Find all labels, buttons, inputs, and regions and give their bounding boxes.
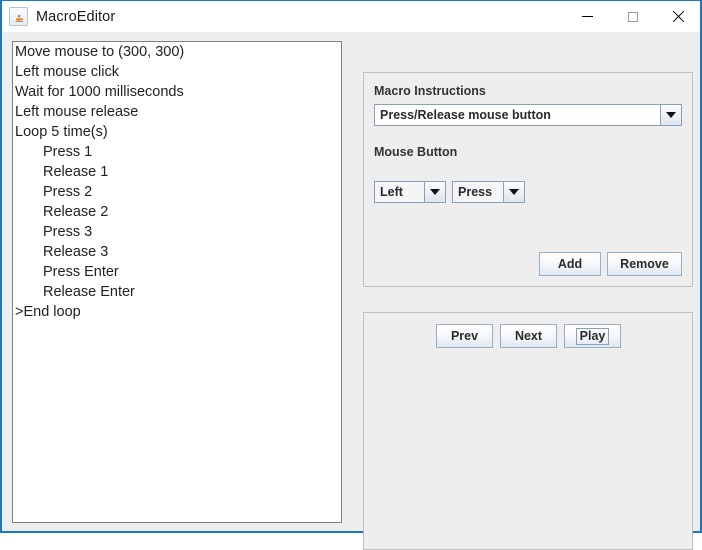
list-item[interactable]: Press 2 [13, 182, 341, 202]
java-coffee-cup-icon [9, 7, 28, 26]
instruction-type-combo[interactable]: Press/Release mouse button [374, 104, 682, 126]
maximize-icon [627, 11, 638, 22]
list-item[interactable]: Release Enter [13, 282, 341, 302]
instruction-editor-panel: Macro Instructions Press/Release mouse b… [363, 72, 693, 287]
maximize-button[interactable] [610, 1, 655, 32]
title-bar: MacroEditor [2, 1, 700, 32]
chevron-down-icon[interactable] [660, 105, 681, 125]
remove-button[interactable]: Remove [607, 252, 682, 276]
close-button[interactable] [655, 1, 700, 32]
application-window: MacroEditor Move mouse to (300, 300) Lef… [0, 0, 702, 550]
list-item[interactable]: Left mouse click [13, 62, 341, 82]
mouse-action-combo[interactable]: Press [452, 181, 525, 203]
minimize-button[interactable] [565, 1, 610, 32]
mouse-action-value: Press [453, 182, 503, 202]
mouse-button-label: Mouse Button [374, 145, 458, 159]
add-button[interactable]: Add [539, 252, 601, 276]
play-button-label: Play [575, 327, 610, 345]
list-item[interactable]: Press 1 [13, 142, 341, 162]
list-item[interactable]: Move mouse to (300, 300) [13, 42, 341, 62]
list-item[interactable]: Wait for 1000 milliseconds [13, 82, 341, 102]
mouse-button-value: Left [375, 182, 424, 202]
playback-panel: Prev Next Play [363, 312, 693, 550]
list-item[interactable]: Release 3 [13, 242, 341, 262]
chevron-down-icon[interactable] [424, 182, 445, 202]
chevron-down-icon[interactable] [503, 182, 524, 202]
minimize-icon [582, 16, 593, 17]
list-item[interactable]: Loop 5 time(s) [13, 122, 341, 142]
next-button[interactable]: Next [500, 324, 557, 348]
list-item[interactable]: Release 2 [13, 202, 341, 222]
macro-instruction-list[interactable]: Move mouse to (300, 300) Left mouse clic… [12, 41, 342, 523]
instruction-type-value: Press/Release mouse button [375, 105, 660, 125]
play-button[interactable]: Play [564, 324, 621, 348]
window-title: MacroEditor [36, 8, 116, 25]
list-item[interactable]: Release 1 [13, 162, 341, 182]
list-item[interactable]: Press Enter [13, 262, 341, 282]
macro-instructions-label: Macro Instructions [374, 84, 486, 98]
window-controls [565, 1, 700, 32]
list-item[interactable]: Left mouse release [13, 102, 341, 122]
close-icon [671, 10, 684, 23]
mouse-button-combo[interactable]: Left [374, 181, 446, 203]
prev-button[interactable]: Prev [436, 324, 493, 348]
client-area: Move mouse to (300, 300) Left mouse clic… [2, 32, 700, 550]
list-item-current[interactable]: >End loop [13, 302, 341, 322]
list-item[interactable]: Press 3 [13, 222, 341, 242]
